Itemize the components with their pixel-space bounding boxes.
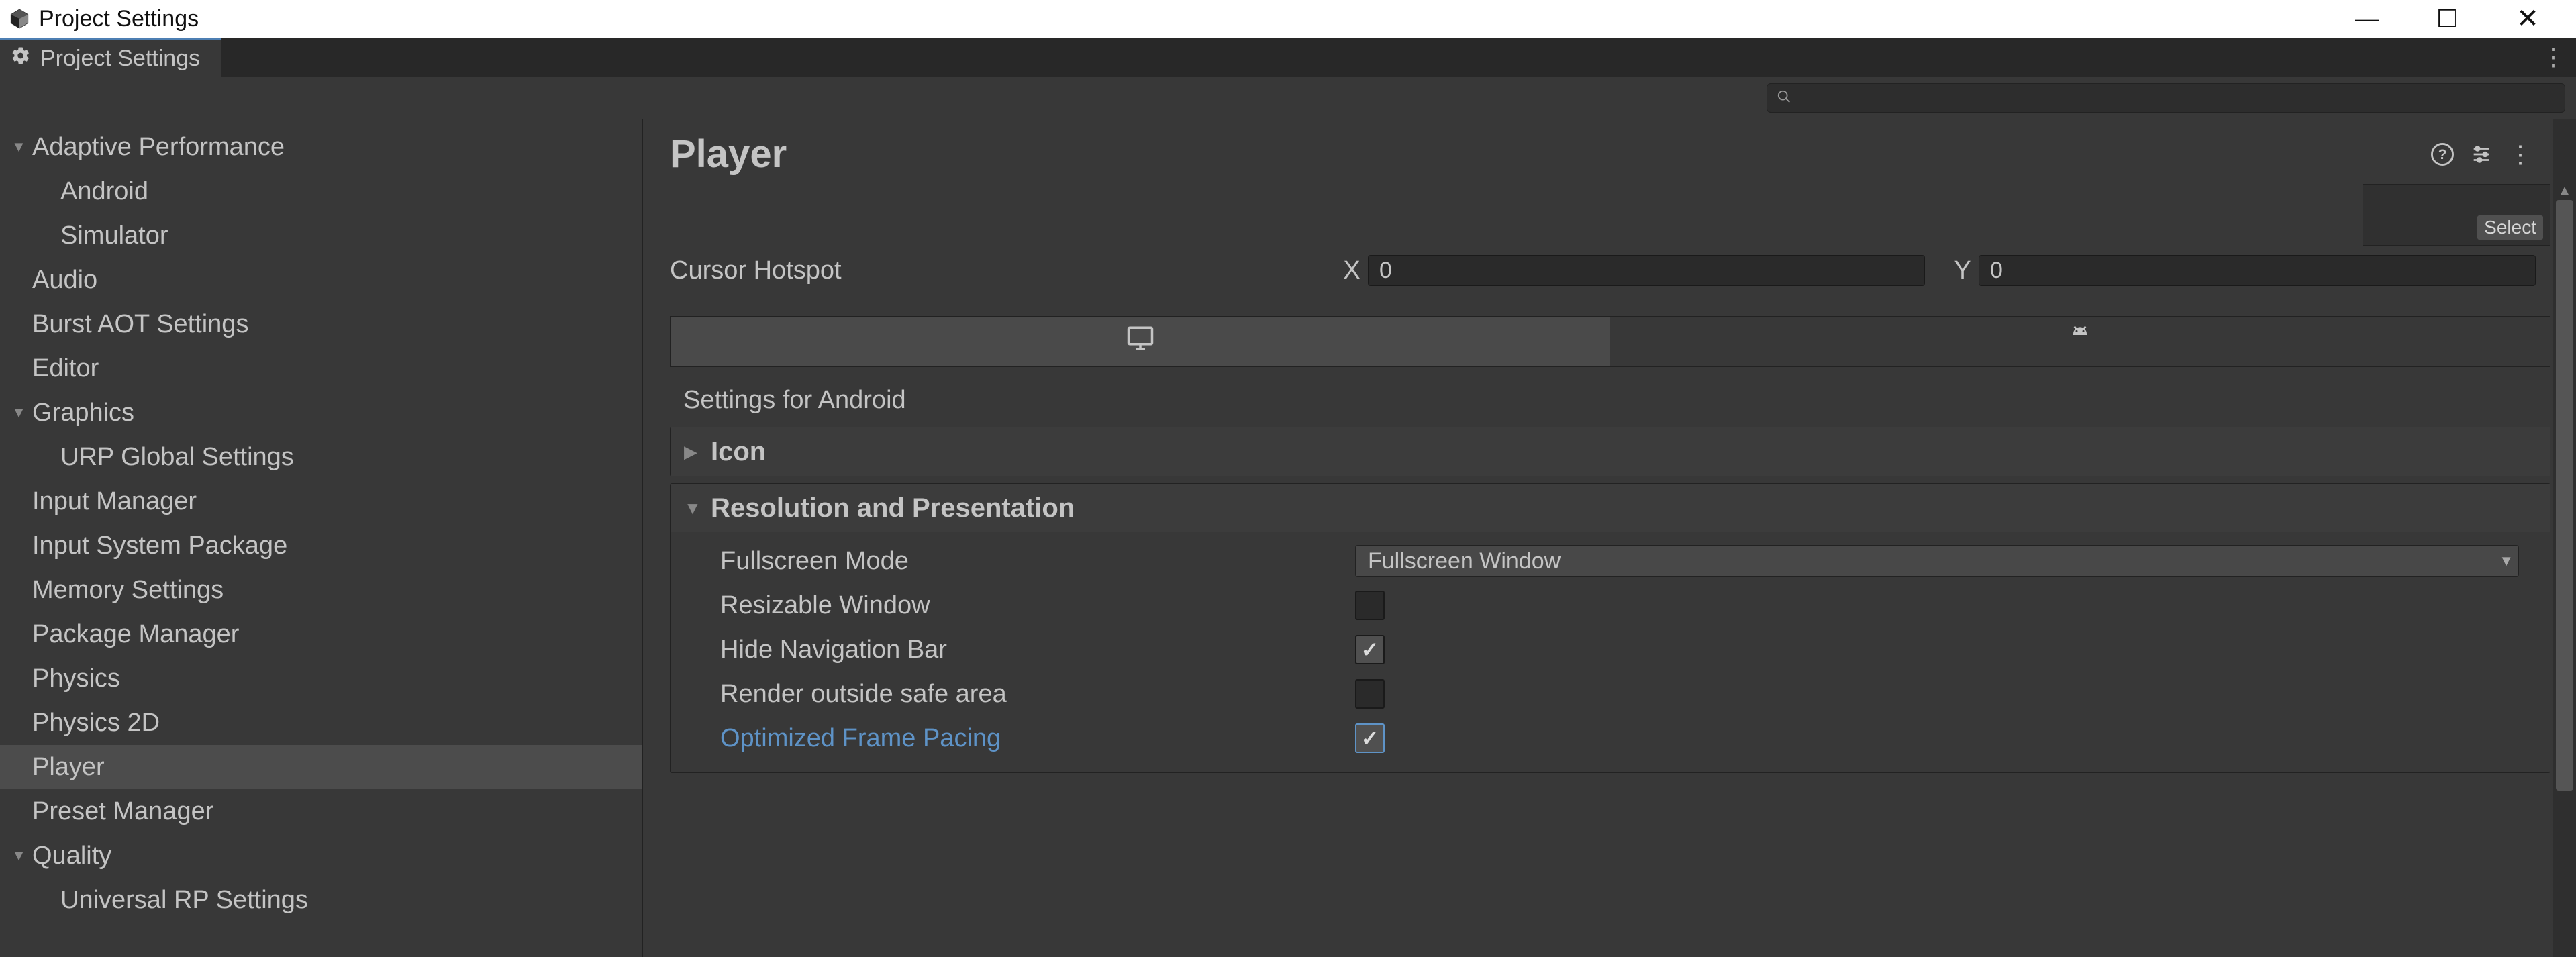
sidebar-item-player[interactable]: Player bbox=[0, 745, 642, 789]
sidebar-item-adaptive-performance[interactable]: ▼Adaptive Performance bbox=[0, 125, 642, 169]
unity-app-icon bbox=[8, 7, 31, 30]
sidebar-item-preset-manager[interactable]: Preset Manager bbox=[0, 789, 642, 834]
sidebar-item-quality[interactable]: ▼Quality bbox=[0, 834, 642, 878]
preset-button[interactable] bbox=[2466, 139, 2497, 170]
hide-nav-bar-label: Hide Navigation Bar bbox=[688, 636, 1355, 664]
chevron-down-icon: ▼ bbox=[7, 138, 31, 156]
foldout-resolution-body: Fullscreen Mode Fullscreen Window ▼ Resi… bbox=[671, 532, 2550, 772]
minimize-button[interactable]: — bbox=[2326, 0, 2407, 38]
sidebar-item-input-manager[interactable]: Input Manager bbox=[0, 479, 642, 523]
settings-content: Player ? ⋮ Select Cursor Hotspot X Y Set… bbox=[643, 119, 2576, 957]
foldout-resolution-header[interactable]: ▼ Resolution and Presentation bbox=[671, 484, 2550, 532]
content-scrollbar[interactable]: ▲ bbox=[2553, 119, 2576, 957]
tab-label: Project Settings bbox=[40, 46, 200, 72]
sidebar-item-package-manager[interactable]: Package Manager bbox=[0, 612, 642, 656]
tab-menu-icon[interactable]: ⋮ bbox=[2541, 43, 2565, 71]
check-icon: ✓ bbox=[1361, 725, 1379, 751]
settings-sidebar: ▼Adaptive Performance Android Simulator … bbox=[0, 119, 643, 957]
cursor-hotspot-label: Cursor Hotspot bbox=[670, 256, 1336, 285]
fullscreen-mode-label: Fullscreen Mode bbox=[688, 547, 1355, 576]
platform-tab-android[interactable] bbox=[1610, 317, 2550, 366]
chevron-down-icon: ▼ bbox=[7, 404, 31, 421]
os-titlebar: Project Settings — ☐ ✕ bbox=[0, 0, 2576, 38]
monitor-icon bbox=[1126, 324, 1154, 359]
platform-tab-standalone[interactable] bbox=[671, 317, 1610, 366]
check-icon: ✓ bbox=[1361, 637, 1379, 662]
platform-tabs bbox=[670, 316, 2550, 367]
cursor-hotspot-y-input[interactable] bbox=[1979, 255, 2536, 286]
fullscreen-mode-row: Fullscreen Mode Fullscreen Window ▼ bbox=[688, 539, 2532, 583]
scroll-up-icon[interactable]: ▲ bbox=[2553, 181, 2576, 200]
sidebar-item-burst-aot[interactable]: Burst AOT Settings bbox=[0, 302, 642, 346]
hide-nav-bar-checkbox[interactable]: ✓ bbox=[1355, 635, 1385, 664]
cursor-hotspot-x-input[interactable] bbox=[1368, 255, 1925, 286]
foldout-icon-header[interactable]: ▶ Icon bbox=[671, 427, 2550, 476]
help-button[interactable]: ? bbox=[2427, 139, 2458, 170]
resizable-window-checkbox[interactable] bbox=[1355, 591, 1385, 620]
sidebar-item-universal-rp[interactable]: Universal RP Settings bbox=[0, 878, 642, 922]
cursor-texture-picker[interactable]: Select bbox=[2363, 184, 2550, 246]
window-title: Project Settings bbox=[39, 6, 199, 32]
sidebar-item-audio[interactable]: Audio bbox=[0, 258, 642, 302]
editor-tab-strip: Project Settings ⋮ bbox=[0, 38, 2576, 77]
render-outside-safe-checkbox[interactable] bbox=[1355, 679, 1385, 709]
search-icon bbox=[1777, 87, 1791, 109]
sidebar-item-memory-settings[interactable]: Memory Settings bbox=[0, 568, 642, 612]
sidebar-item-physics-2d[interactable]: Physics 2D bbox=[0, 701, 642, 745]
close-button[interactable]: ✕ bbox=[2487, 0, 2568, 38]
main-split: ▼Adaptive Performance Android Simulator … bbox=[0, 119, 2576, 957]
foldout-resolution-title: Resolution and Presentation bbox=[711, 493, 1075, 523]
optimized-frame-pacing-checkbox[interactable]: ✓ bbox=[1355, 723, 1385, 753]
maximize-button[interactable]: ☐ bbox=[2407, 0, 2487, 38]
render-outside-safe-row: Render outside safe area bbox=[688, 672, 2532, 716]
foldout-icon-title: Icon bbox=[711, 437, 766, 467]
sidebar-item-urp-global[interactable]: URP Global Settings bbox=[0, 435, 642, 479]
foldout-resolution: ▼ Resolution and Presentation Fullscreen… bbox=[670, 483, 2550, 773]
chevron-down-icon: ▼ bbox=[7, 847, 31, 864]
resizable-window-label: Resizable Window bbox=[688, 591, 1355, 620]
sidebar-item-input-system-package[interactable]: Input System Package bbox=[0, 523, 642, 568]
cursor-hotspot-row: Cursor Hotspot X Y bbox=[670, 249, 2576, 292]
sidebar-item-editor[interactable]: Editor bbox=[0, 346, 642, 391]
x-label: X bbox=[1336, 256, 1368, 285]
optimized-frame-pacing-row: Optimized Frame Pacing ✓ bbox=[688, 716, 2532, 760]
sidebar-item-simulator[interactable]: Simulator bbox=[0, 213, 642, 258]
foldout-icon: ▶ Icon bbox=[670, 427, 2550, 476]
tab-project-settings[interactable]: Project Settings bbox=[0, 38, 221, 77]
render-outside-safe-label: Render outside safe area bbox=[688, 680, 1355, 709]
scrollbar-thumb[interactable] bbox=[2556, 200, 2573, 791]
resizable-window-row: Resizable Window bbox=[688, 583, 2532, 627]
android-icon bbox=[2067, 325, 2093, 358]
chevron-right-icon: ▶ bbox=[684, 442, 711, 462]
fullscreen-mode-dropdown[interactable]: Fullscreen Window bbox=[1355, 545, 2519, 577]
search-field[interactable] bbox=[1767, 83, 2565, 113]
y-label: Y bbox=[1946, 256, 1979, 285]
sidebar-item-android[interactable]: Android bbox=[0, 169, 642, 213]
content-header: Player ? ⋮ bbox=[670, 119, 2576, 177]
platform-subtitle: Settings for Android bbox=[670, 367, 2576, 427]
toolbar bbox=[0, 77, 2576, 119]
content-menu-button[interactable]: ⋮ bbox=[2505, 139, 2536, 170]
hide-nav-bar-row: Hide Navigation Bar ✓ bbox=[688, 627, 2532, 672]
gear-icon bbox=[11, 46, 31, 72]
search-input[interactable] bbox=[1798, 87, 2555, 109]
sidebar-item-physics[interactable]: Physics bbox=[0, 656, 642, 701]
select-button-label: Select bbox=[2477, 215, 2543, 240]
optimized-frame-pacing-label[interactable]: Optimized Frame Pacing bbox=[688, 724, 1355, 753]
chevron-down-icon: ▼ bbox=[684, 498, 711, 519]
svg-text:?: ? bbox=[2438, 146, 2447, 162]
sidebar-item-graphics[interactable]: ▼Graphics bbox=[0, 391, 642, 435]
page-title: Player bbox=[670, 132, 787, 177]
